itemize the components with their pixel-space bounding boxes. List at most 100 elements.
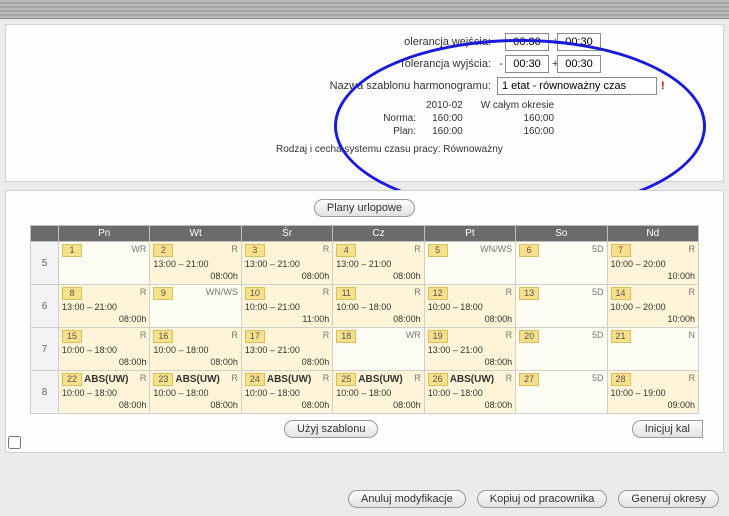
shift-time: 10:00 – 21:00 — [245, 302, 329, 312]
day-tag: R — [506, 287, 513, 297]
day-tag: WN/WS — [206, 287, 238, 297]
shift-duration: 08:00h — [153, 400, 237, 410]
day-tag: R — [231, 330, 238, 340]
day-cell[interactable]: 3R13:00 – 21:0008:00h — [241, 242, 332, 285]
warning-icon: ! — [661, 80, 665, 92]
day-cell[interactable]: 18WR — [333, 328, 424, 371]
day-cell[interactable]: 8R13:00 – 21:0008:00h — [59, 285, 150, 328]
copy-from-employee-button[interactable]: Kopiuj od pracownika — [477, 490, 608, 508]
shift-time: 13:00 – 21:00 — [336, 259, 420, 269]
shift-time: 10:00 – 18:00 — [153, 345, 237, 355]
shift-duration: 08:00h — [62, 400, 146, 410]
day-cell[interactable]: 11R10:00 – 18:0008:00h — [333, 285, 424, 328]
day-cell[interactable]: 15R10:00 – 18:0008:00h — [59, 328, 150, 371]
day-tag: R — [140, 287, 147, 297]
day-cell[interactable]: 9 WN/WS — [150, 285, 241, 328]
day-tag: R — [506, 373, 513, 383]
day-number: 8 — [62, 287, 82, 300]
day-tag: R — [323, 244, 330, 254]
template-name-field[interactable] — [497, 77, 657, 95]
period-current: 2010-02 — [426, 99, 481, 112]
absence-badge: ABS(UW) — [450, 374, 494, 385]
day-cell[interactable]: 5WN/WS — [424, 242, 515, 285]
day-cell[interactable]: 2R13:00 – 21:0008:00h — [150, 242, 241, 285]
day-cell[interactable]: 21N — [607, 328, 698, 371]
day-number: 2 — [153, 244, 173, 257]
template-name-label: Nazwa szablonu harmonogramu: — [296, 80, 497, 92]
cancel-modifications-button[interactable]: Anuluj modyfikacje — [348, 490, 466, 508]
tolerance-out-plus-field[interactable] — [557, 55, 601, 73]
norm-current: 160:00 — [426, 112, 481, 125]
shift-time: 10:00 – 18:00 — [62, 345, 146, 355]
day-tag: R — [689, 287, 696, 297]
vacation-plans-button[interactable]: Plany urlopowe — [314, 199, 415, 217]
day-cell[interactable]: 24ABS(UW)R10:00 – 18:0008:00h — [241, 371, 332, 414]
day-number: 3 — [245, 244, 265, 257]
day-cell[interactable]: 14R10:00 – 20:0010:00h — [607, 285, 698, 328]
day-tag: R — [414, 244, 421, 254]
day-tag: R — [140, 373, 147, 383]
day-cell[interactable]: 28R10:00 – 19:0009:00h — [607, 371, 698, 414]
tolerance-out-minus-field[interactable] — [505, 55, 549, 73]
day-cell[interactable]: 22ABS(UW)R10:00 – 18:0008:00h — [59, 371, 150, 414]
work-system-label: Rodzaj i cecha systemu czasu pracy: — [276, 144, 441, 155]
day-number: 12 — [428, 287, 448, 300]
day-cell[interactable]: 275D — [516, 371, 607, 414]
day-number: 28 — [611, 373, 631, 386]
day-cell[interactable]: 65D — [516, 242, 607, 285]
day-cell[interactable]: 16R10:00 – 18:0008:00h — [150, 328, 241, 371]
day-cell[interactable]: 17R13:00 – 21:0008:00h — [241, 328, 332, 371]
day-number: 9 — [153, 287, 173, 300]
schedule-table: PnWtŚrCzPtSoNd 51WR2R13:00 – 21:0008:00h… — [30, 225, 699, 414]
day-cell[interactable]: 7R10:00 – 20:0010:00h — [607, 242, 698, 285]
week-number: 7 — [31, 328, 59, 371]
init-calendar-button[interactable]: Inicjuj kal — [632, 420, 703, 438]
day-cell[interactable]: 135D — [516, 285, 607, 328]
day-number: 5 — [428, 244, 448, 257]
day-cell[interactable]: 25ABS(UW)R10:00 – 18:0008:00h — [333, 371, 424, 414]
day-cell[interactable]: 205D — [516, 328, 607, 371]
panel-checkbox[interactable] — [8, 436, 21, 449]
plan-label: Plan: — [316, 125, 426, 138]
tolerance-in-plus-field[interactable] — [557, 33, 601, 51]
week-number: 5 — [31, 242, 59, 285]
generate-periods-button[interactable]: Generuj okresy — [618, 490, 719, 508]
day-tag: R — [323, 330, 330, 340]
norm-plan-table: 2010-02W całym okresie Norma:160:00160:0… — [316, 99, 572, 138]
day-number: 21 — [611, 330, 631, 343]
day-number: 22 — [62, 373, 82, 386]
day-cell[interactable]: 12R10:00 – 18:0008:00h — [424, 285, 515, 328]
shift-time: 13:00 – 21:00 — [153, 259, 237, 269]
day-number: 17 — [245, 330, 265, 343]
shift-time: 10:00 – 18:00 — [245, 388, 329, 398]
day-cell[interactable]: 1WR — [59, 242, 150, 285]
shift-time: 10:00 – 18:00 — [62, 388, 146, 398]
shift-time: 10:00 – 20:00 — [611, 302, 695, 312]
day-number: 23 — [153, 373, 173, 386]
day-cell[interactable]: 10R10:00 – 21:0011:00h — [241, 285, 332, 328]
day-cell[interactable]: 26ABS(UW)R10:00 – 18:0008:00h — [424, 371, 515, 414]
window-titlebar — [0, 0, 729, 19]
tolerance-in-minus-field[interactable] — [505, 33, 549, 51]
day-tag: WR — [406, 330, 421, 340]
use-template-button[interactable]: Użyj szablonu — [284, 420, 378, 438]
shift-time: 10:00 – 18:00 — [428, 302, 512, 312]
shift-duration: 08:00h — [153, 271, 237, 281]
plus-sign: + — [549, 58, 557, 70]
day-cell[interactable]: 4R13:00 – 21:0008:00h — [333, 242, 424, 285]
plan-all: 160:00 — [481, 125, 572, 138]
day-cell[interactable]: 23ABS(UW)R10:00 – 18:0008:00h — [150, 371, 241, 414]
week-number: 6 — [31, 285, 59, 328]
day-number: 4 — [336, 244, 356, 257]
tolerance-in-label: olerancja wejścia: — [296, 36, 497, 48]
shift-duration: 08:00h — [428, 400, 512, 410]
day-tag: R — [414, 287, 421, 297]
day-number: 19 — [428, 330, 448, 343]
shift-duration: 08:00h — [245, 271, 329, 281]
shift-duration: 08:00h — [428, 357, 512, 367]
day-cell[interactable]: 19R13:00 – 21:0008:00h — [424, 328, 515, 371]
shift-time: 10:00 – 18:00 — [336, 302, 420, 312]
plan-current: 160:00 — [426, 125, 481, 138]
day-tag: R — [323, 287, 330, 297]
day-header: Pt — [424, 226, 515, 242]
